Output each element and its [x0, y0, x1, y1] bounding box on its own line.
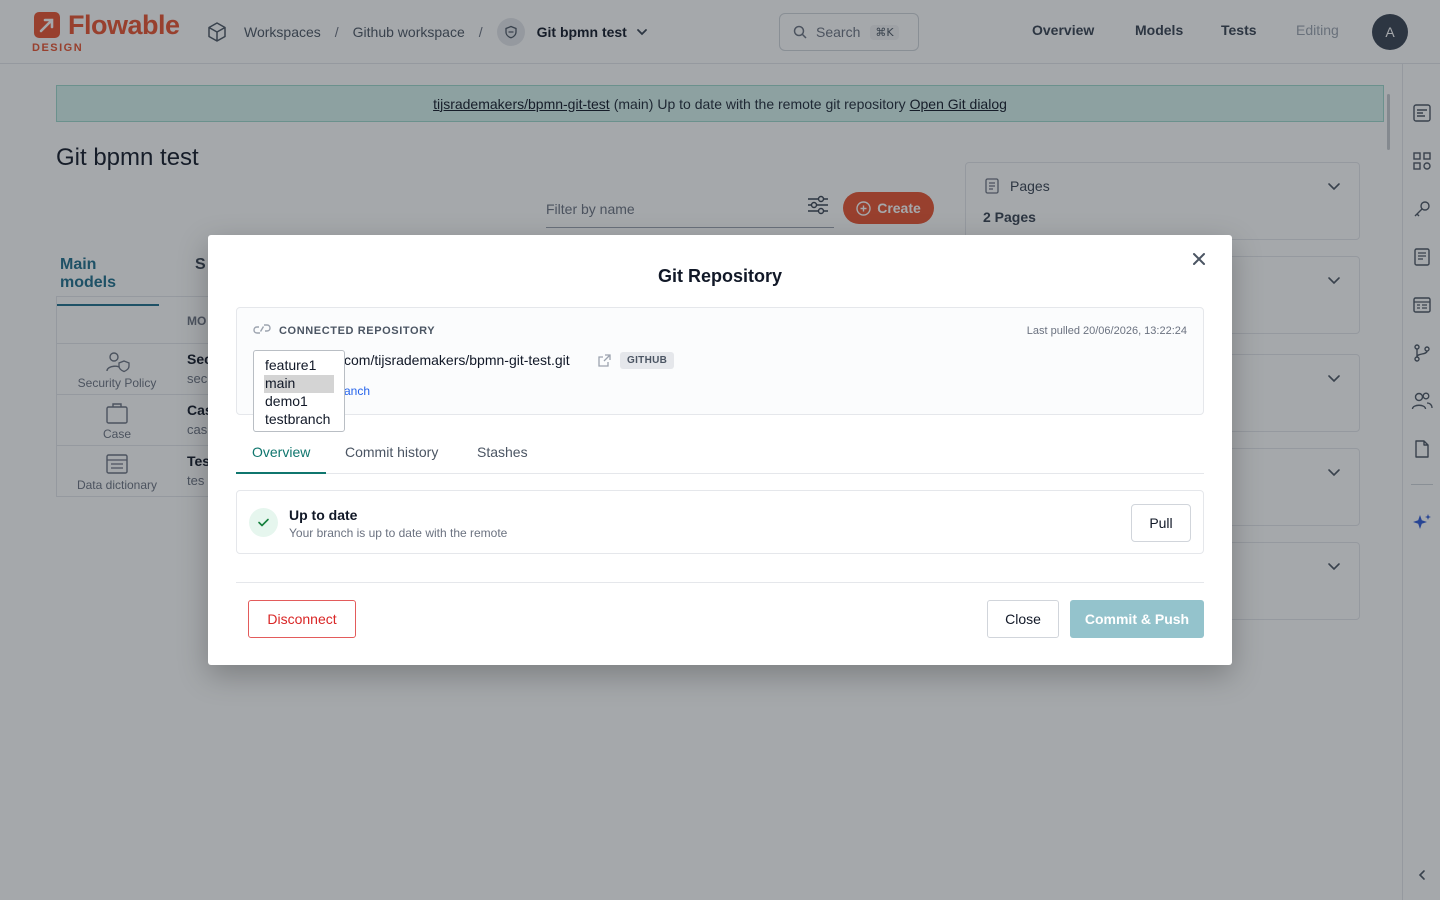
switch-branch-link[interactable]: anch	[344, 384, 370, 398]
pull-button[interactable]: Pull	[1131, 504, 1191, 542]
check-icon	[249, 508, 278, 537]
close-icon[interactable]	[1188, 248, 1210, 270]
external-link-icon[interactable]	[598, 354, 611, 372]
link-icon	[253, 322, 271, 341]
last-pulled-timestamp: Last pulled 20/06/2026, 13:22:24	[1026, 325, 1187, 337]
dialog-tabs: Overview Commit history Stashes	[236, 438, 1204, 474]
sync-status-subtitle: Your branch is up to date with the remot…	[289, 526, 508, 540]
git-repository-dialog: Git Repository CONNECTED REPOSITORY Last…	[208, 235, 1232, 665]
close-button[interactable]: Close	[987, 600, 1059, 638]
dialog-title: Git Repository	[657, 266, 782, 286]
tab-commit-history[interactable]: Commit history	[329, 444, 454, 472]
connected-repository-label: CONNECTED REPOSITORY	[279, 325, 436, 337]
branch-option[interactable]: demo1	[264, 393, 334, 411]
tab-stashes[interactable]: Stashes	[461, 444, 544, 472]
sync-status-card: Up to date Your branch is up to date wit…	[236, 490, 1204, 554]
dialog-divider	[236, 582, 1204, 583]
branch-option[interactable]: feature1	[264, 357, 334, 375]
branch-option[interactable]: testbranch	[264, 411, 334, 429]
tab-overview[interactable]: Overview	[236, 444, 327, 474]
sync-status-title: Up to date	[289, 507, 358, 523]
branch-select-list[interactable]: feature1 main demo1 testbranch	[253, 350, 345, 432]
branch-option-selected[interactable]: main	[264, 375, 334, 393]
connected-repository-card: CONNECTED REPOSITORY Last pulled 20/06/2…	[236, 307, 1204, 432]
commit-push-button[interactable]: Commit & Push	[1070, 600, 1204, 638]
repository-url: com/tijsrademakers/bpmn-git-test.git	[344, 352, 570, 368]
disconnect-button[interactable]: Disconnect	[248, 600, 356, 638]
provider-badge: GITHUB	[620, 352, 675, 369]
